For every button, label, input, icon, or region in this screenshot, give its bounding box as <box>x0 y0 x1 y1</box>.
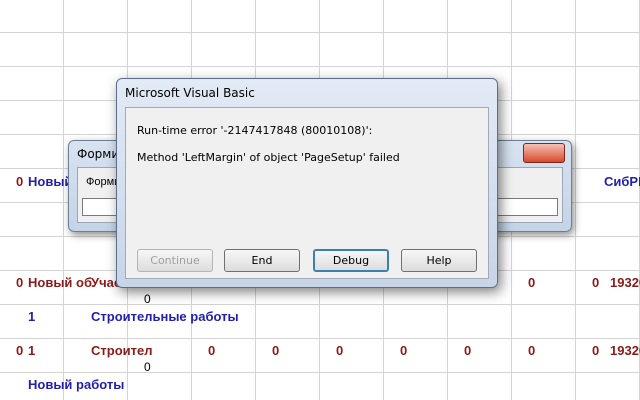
cell[interactable]: Строител <box>91 343 152 358</box>
dialog-title: Microsoft Visual Basic <box>125 86 255 100</box>
cell[interactable]: 19320 <box>610 343 640 358</box>
cell[interactable]: СибРІ <box>604 174 640 189</box>
cell[interactable]: 0 <box>464 343 471 358</box>
cell[interactable]: 0 <box>336 343 343 358</box>
cell[interactable]: 0 <box>144 292 151 306</box>
cell[interactable]: 0 <box>528 275 535 290</box>
help-button[interactable]: Help <box>401 249 477 272</box>
cell[interactable]: 0 <box>592 275 599 290</box>
cell[interactable]: Новый <box>28 174 72 189</box>
cell[interactable]: 19320 <box>610 275 640 290</box>
error-message-text: Method 'LeftMargin' of object 'PageSetup… <box>137 151 400 164</box>
cell[interactable]: Новый работы <box>28 377 124 392</box>
cell[interactable]: 0 <box>208 343 215 358</box>
error-dialog: Microsoft Visual Basic Run-time error '-… <box>116 78 498 288</box>
cell[interactable]: 1 <box>28 343 35 358</box>
cell[interactable]: 0 <box>16 174 23 189</box>
cell[interactable]: 0 <box>16 343 23 358</box>
cell[interactable]: 0 <box>400 343 407 358</box>
cell[interactable]: 1 <box>28 309 35 324</box>
error-code-text: Run-time error '-2147417848 (80010108)': <box>137 124 373 137</box>
cell[interactable]: 0 <box>16 275 23 290</box>
cell[interactable]: 0 <box>144 360 151 374</box>
cell[interactable]: Новый об <box>28 275 92 290</box>
cell[interactable]: Строительные работы <box>91 309 239 324</box>
debug-button[interactable]: Debug <box>313 249 389 272</box>
cell[interactable]: 0 <box>592 343 599 358</box>
continue-button[interactable]: Continue <box>137 249 213 272</box>
cell[interactable]: 0 <box>528 343 535 358</box>
background-dialog-title: Форми <box>77 147 120 161</box>
cell[interactable]: 0 <box>272 343 279 358</box>
end-button[interactable]: End <box>224 249 300 272</box>
close-icon[interactable] <box>523 143 565 163</box>
dialog-body: Run-time error '-2147417848 (80010108)':… <box>125 107 489 279</box>
